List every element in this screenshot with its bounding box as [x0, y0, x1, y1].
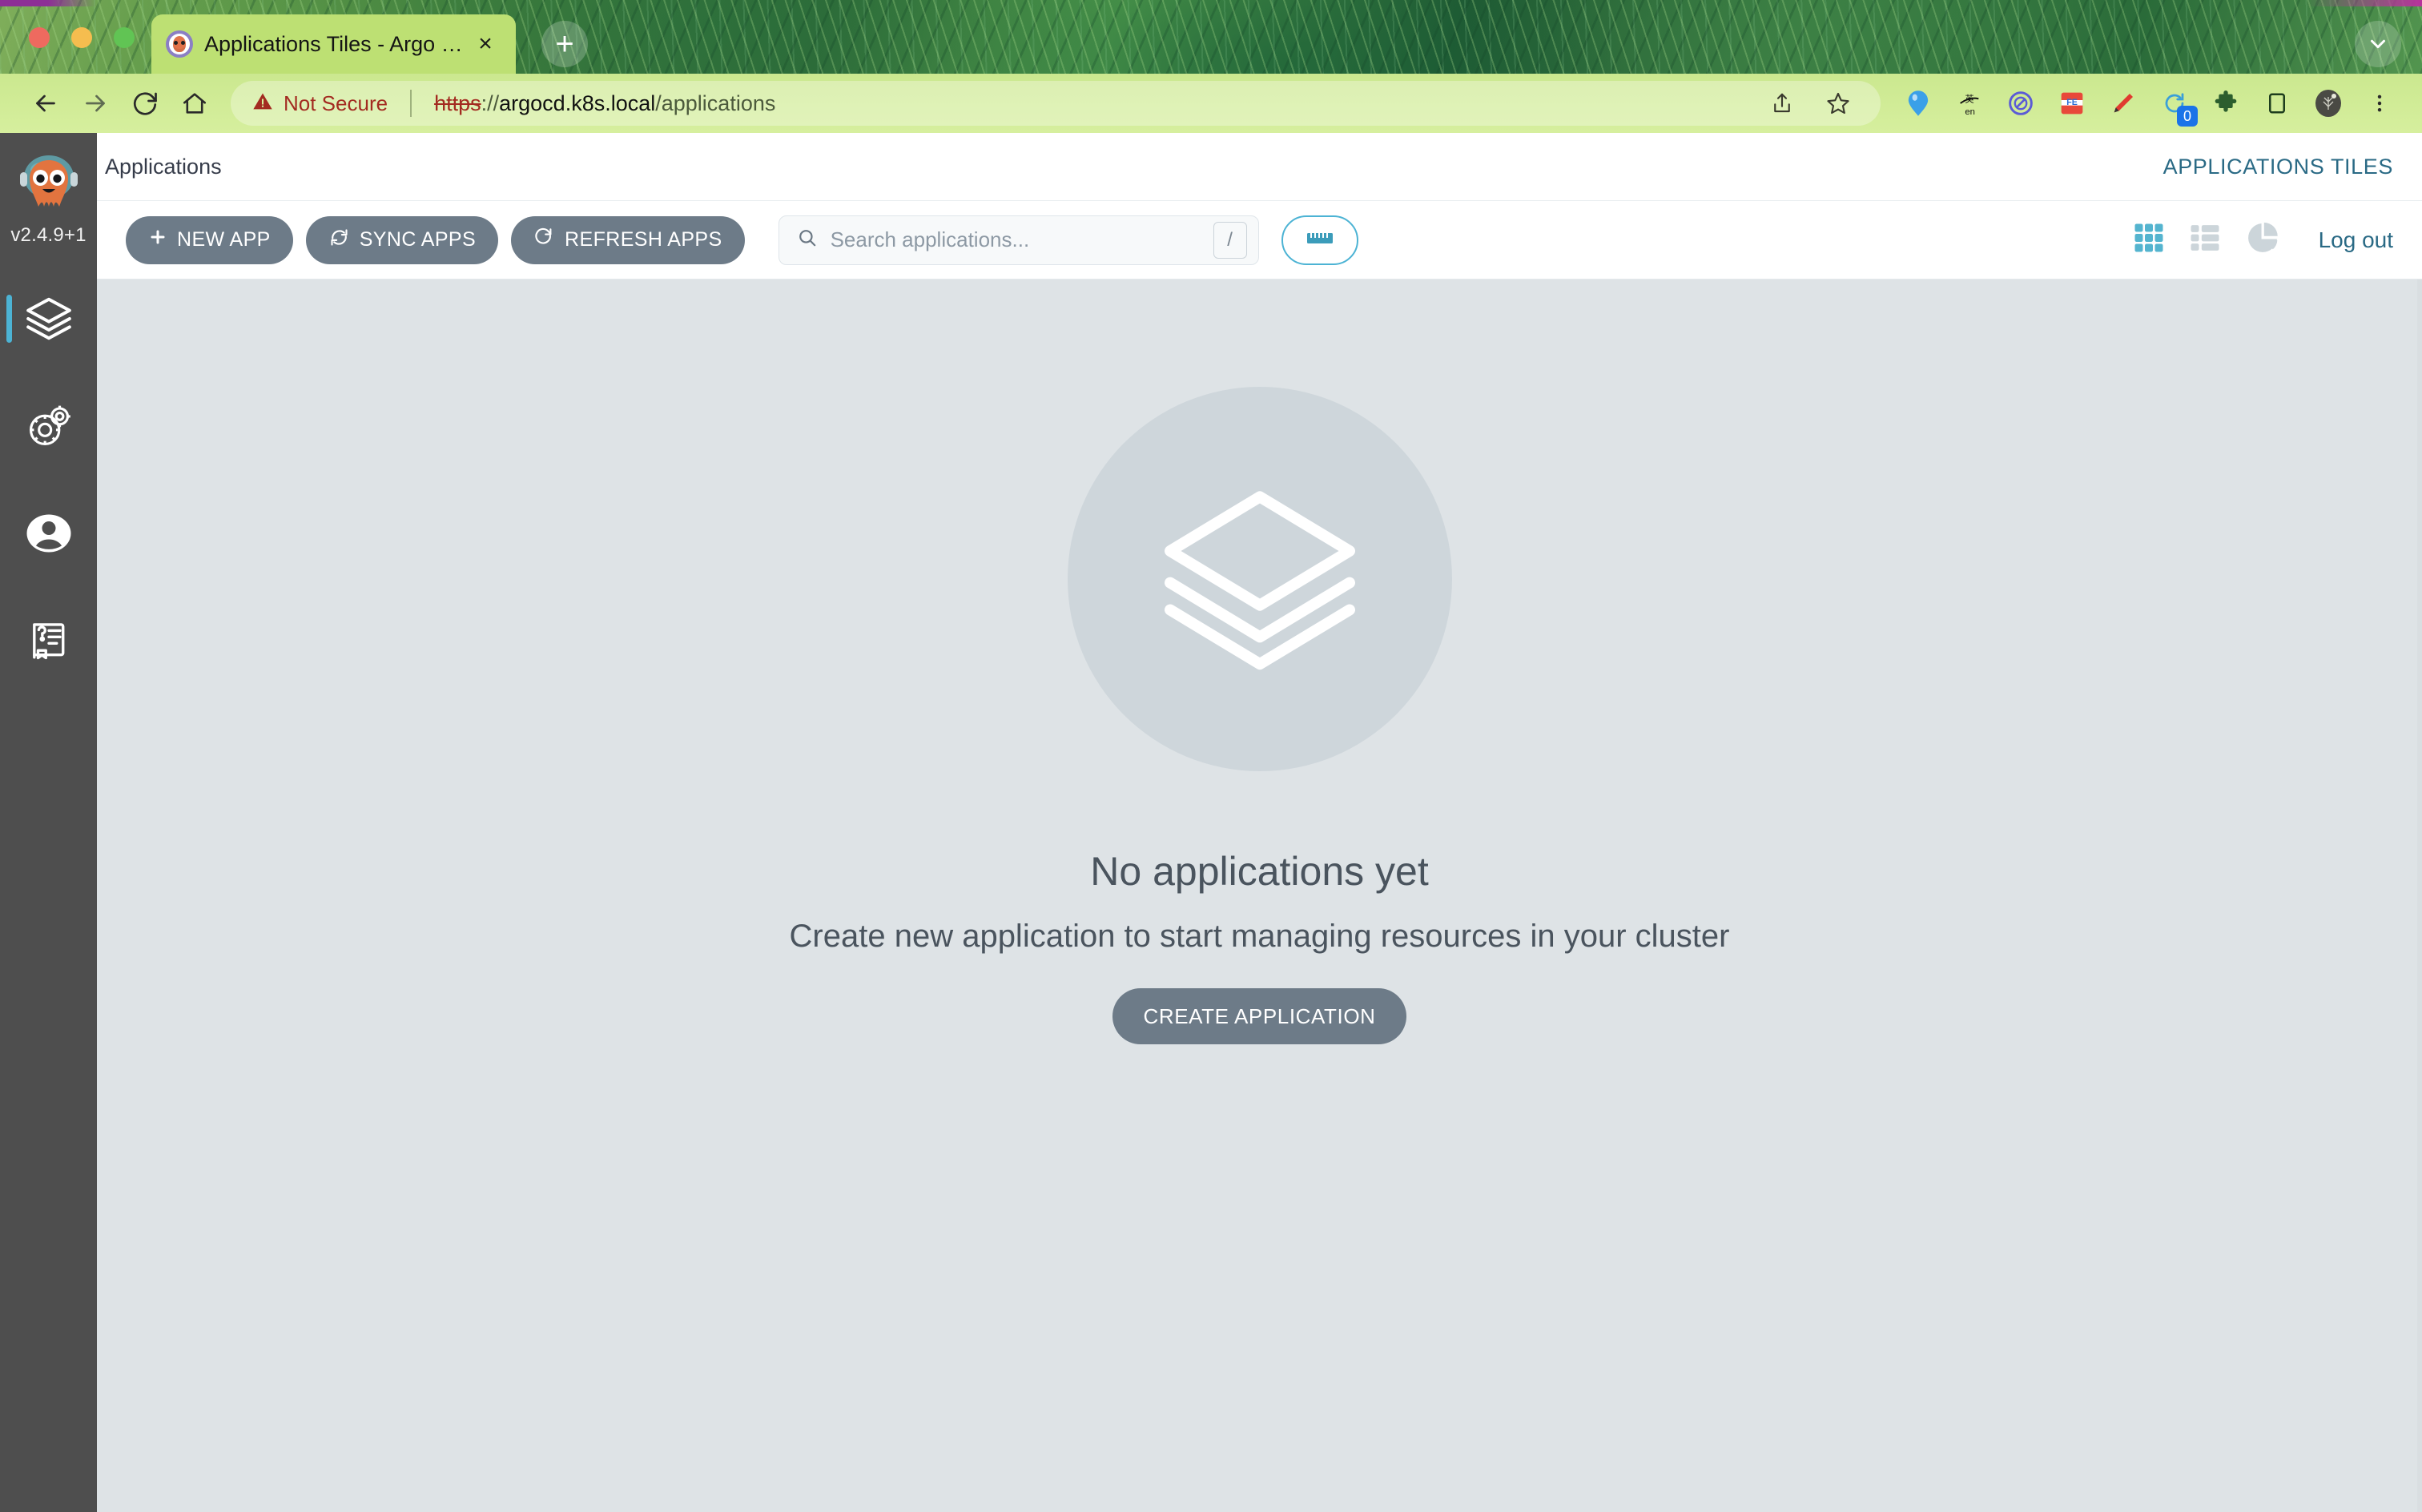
- url-text: https://argocd.k8s.local/applications: [434, 91, 775, 116]
- tab-reload-extension-icon[interactable]: 0: [2153, 82, 2198, 127]
- search-icon: [797, 227, 818, 252]
- search-applications-box[interactable]: /: [778, 215, 1259, 265]
- tab-title: Applications Tiles - Argo CD: [204, 31, 469, 56]
- share-icon[interactable]: [1760, 82, 1804, 125]
- extension-balloon-icon[interactable]: [1897, 82, 1940, 125]
- reload-icon[interactable]: [120, 78, 170, 128]
- view-mode-label: APPLICATIONS TILES: [2162, 154, 2393, 179]
- logout-link[interactable]: Log out: [2319, 227, 2393, 253]
- applications-content: No applications yet Create new applicati…: [97, 279, 2422, 1512]
- sidebar-item-documentation[interactable]: [0, 612, 97, 670]
- sidebar-item-applications[interactable]: [0, 290, 97, 348]
- close-icon[interactable]: ×: [469, 32, 501, 56]
- url-scheme-suffix: ://: [481, 90, 500, 115]
- url-host: argocd.k8s.local: [499, 90, 656, 115]
- close-window-button[interactable]: [29, 27, 50, 48]
- argo-cd-octopus-logo[interactable]: [14, 151, 83, 219]
- view-mode-switcher: Log out: [2133, 220, 2393, 259]
- argocd-app: v2.4.9+1 Applications APPLICATIONS TILES…: [0, 133, 2422, 1512]
- svg-text:en: en: [1965, 107, 1975, 117]
- adblock-extension-icon[interactable]: [1999, 82, 2042, 125]
- extensions-puzzle-icon[interactable]: [2204, 82, 2247, 125]
- browser-toolbar: Not Secure https://argocd.k8s.local/appl…: [0, 74, 2422, 133]
- wallpaper-top-edge: [0, 0, 2422, 6]
- browser-window: Applications Tiles - Argo CD × + Not Sec…: [0, 0, 2422, 1512]
- warning-triangle-icon: [251, 90, 274, 117]
- omnibox-divider: [410, 90, 412, 117]
- new-tab-button[interactable]: +: [541, 21, 588, 67]
- address-bar[interactable]: Not Secure https://argocd.k8s.local/appl…: [231, 81, 1881, 126]
- browser-tab[interactable]: Applications Tiles - Argo CD ×: [151, 14, 516, 74]
- argocd-octopus-favicon: [166, 30, 193, 58]
- grid-tiles-icon[interactable]: [2133, 222, 2165, 258]
- security-indicator[interactable]: Not Secure: [251, 90, 388, 117]
- app-toolbar: NEW APP SYNC APPS REFRESH APPS /: [97, 201, 2422, 279]
- filter-ruler-icon: [1306, 229, 1334, 251]
- svg-text:FE: FE: [2066, 98, 2078, 107]
- chevron-down-icon[interactable]: [2355, 21, 2401, 67]
- filter-toggle-button[interactable]: [1281, 215, 1358, 265]
- translate-extension-icon[interactable]: 英 en: [1948, 82, 1991, 125]
- empty-state-subtitle: Create new application to start managing…: [789, 919, 1730, 954]
- sidebar-item-settings[interactable]: [0, 397, 97, 455]
- refresh-apps-button[interactable]: REFRESH APPS: [511, 215, 745, 264]
- chrome-menu-icon[interactable]: [2358, 82, 2401, 125]
- bookmark-star-icon[interactable]: [1816, 82, 1860, 125]
- app-sidebar: v2.4.9+1: [0, 133, 97, 1512]
- argocd-version-label: v2.4.9+1: [10, 224, 86, 246]
- pie-chart-icon[interactable]: [2245, 220, 2280, 259]
- help-book-icon: [32, 623, 64, 660]
- new-app-button[interactable]: NEW APP: [126, 215, 293, 264]
- list-view-icon[interactable]: [2189, 222, 2221, 258]
- sync-apps-button[interactable]: SYNC APPS: [305, 215, 499, 264]
- plus-icon: [148, 227, 167, 252]
- sidebar-nav: [0, 290, 97, 670]
- page-header: Applications APPLICATIONS TILES: [97, 133, 2422, 201]
- browser-extension-icons: 英 en FE 0: [1897, 82, 2401, 127]
- profile-avatar-icon[interactable]: [2307, 82, 2350, 125]
- sync-icon: [328, 227, 350, 254]
- user-circle-icon: [26, 514, 70, 553]
- maximize-window-button[interactable]: [114, 27, 135, 48]
- extension-badge-count: 0: [2177, 106, 2198, 127]
- arrow-left-icon[interactable]: [21, 78, 70, 128]
- not-secure-label: Not Secure: [284, 90, 388, 115]
- marker-extension-icon[interactable]: [2102, 82, 2145, 125]
- content-scrollbar[interactable]: [2417, 279, 2422, 1512]
- empty-state-title: No applications yet: [1090, 849, 1429, 894]
- refresh-icon: [533, 227, 555, 254]
- create-application-button[interactable]: CREATE APPLICATION: [1112, 988, 1406, 1044]
- search-shortcut-badge: /: [1213, 221, 1247, 259]
- page-title: Applications: [105, 154, 222, 179]
- browser-tab-strip: Applications Tiles - Argo CD × +: [0, 0, 2422, 74]
- layers-icon: [26, 297, 71, 340]
- empty-state-illustration: [1067, 387, 1452, 771]
- gears-icon: [29, 405, 70, 446]
- arrow-right-icon[interactable]: [70, 78, 120, 128]
- search-input[interactable]: [830, 227, 1213, 252]
- sync-apps-label: SYNC APPS: [359, 228, 477, 251]
- feedly-extension-icon[interactable]: FE: [2050, 82, 2094, 125]
- minimize-window-button[interactable]: [71, 27, 92, 48]
- side-panel-icon[interactable]: [2255, 82, 2299, 125]
- url-path: /applications: [655, 90, 776, 115]
- home-icon[interactable]: [170, 78, 219, 128]
- window-traffic-lights[interactable]: [29, 27, 135, 48]
- sidebar-item-user-info[interactable]: [0, 505, 97, 562]
- url-scheme: https: [434, 90, 481, 115]
- refresh-apps-label: REFRESH APPS: [565, 228, 722, 251]
- layers-stack-icon: [1164, 491, 1355, 670]
- new-app-label: NEW APP: [177, 228, 271, 251]
